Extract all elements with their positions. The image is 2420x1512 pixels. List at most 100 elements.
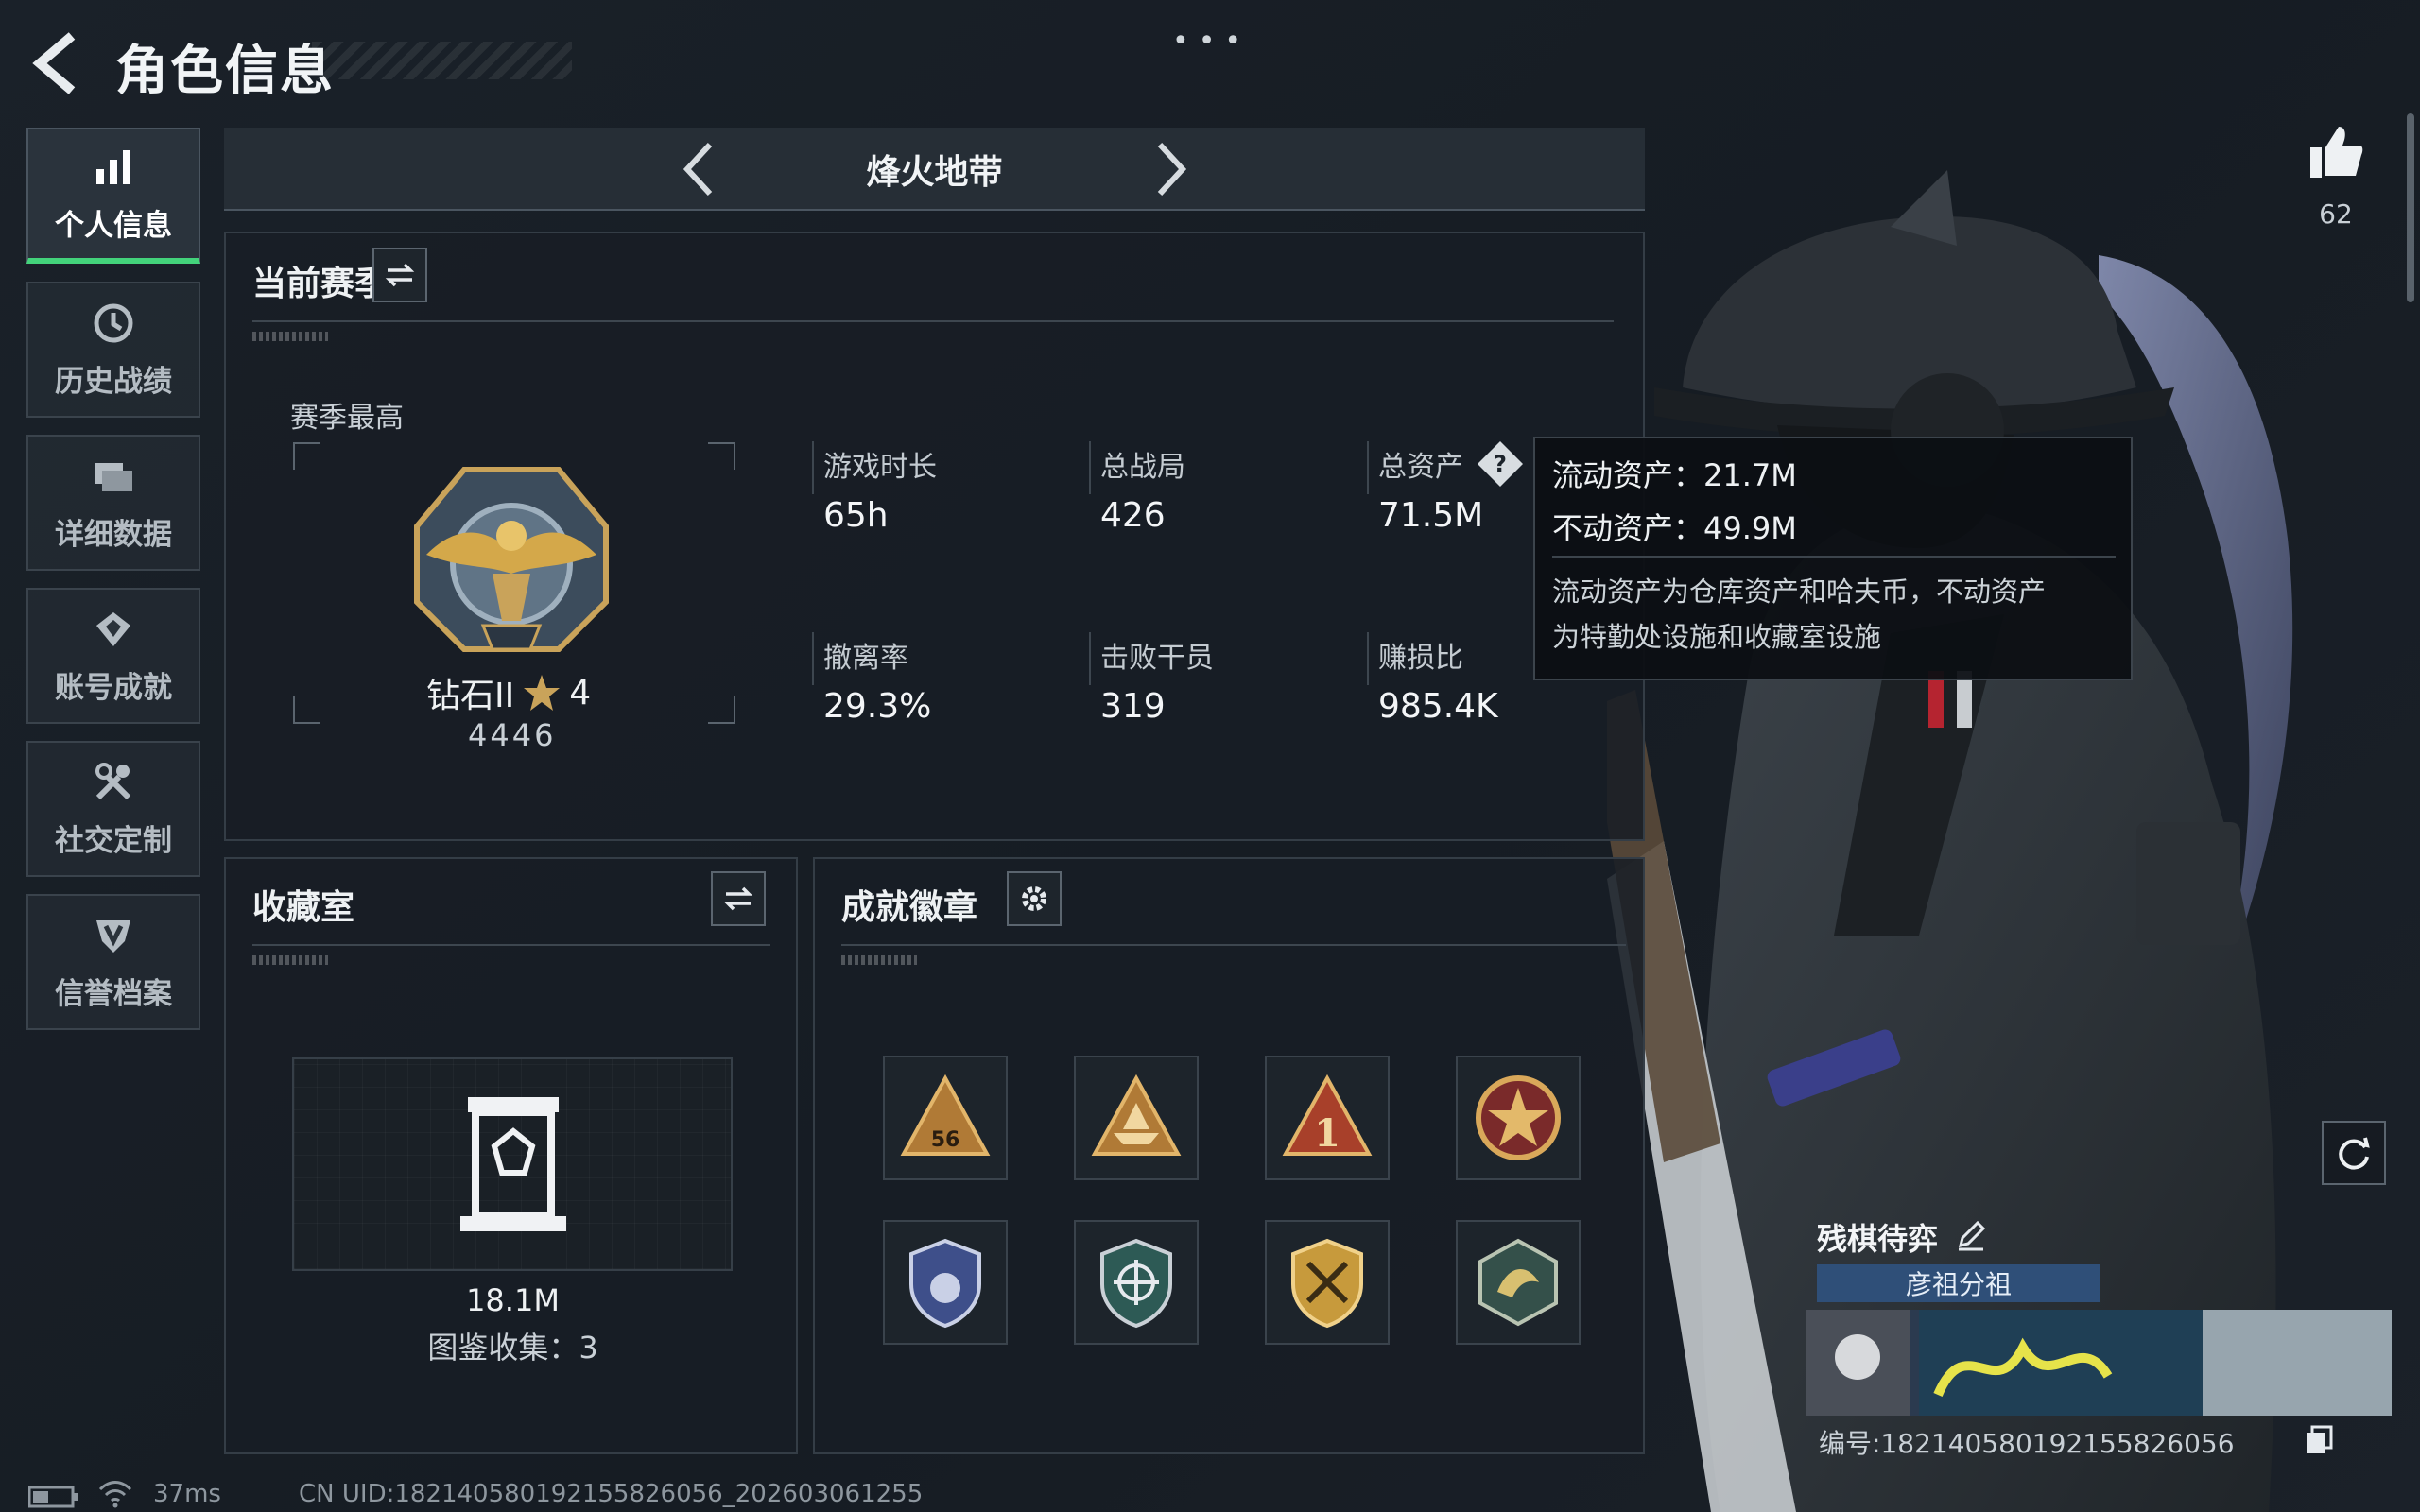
assets-tooltip: 流动资产：21.7M 不动资产：49.9M 流动资产为仓库资产和哈夫币，不动资产…	[1533, 437, 2133, 680]
wifi-icon	[98, 1481, 132, 1508]
stat-label-total-assets: 总资产	[1378, 451, 1463, 484]
stat-label-total-matches: 总战局	[1100, 451, 1185, 484]
help-icon[interactable]: ?	[1476, 439, 1525, 489]
collection-value: 18.1M	[466, 1282, 560, 1318]
stat-value-play-time: 65h	[823, 496, 889, 535]
history-clock-icon	[94, 303, 133, 342]
sidebar-item-label: 信誉档案	[55, 976, 172, 1011]
season-best-label: 赛季最高	[290, 402, 404, 435]
badge-gold-emblem[interactable]	[1265, 1220, 1390, 1345]
stat-value-profit-loss-ratio: 985.4K	[1378, 687, 1498, 726]
badge-shield-stars[interactable]	[883, 1220, 1008, 1345]
stat-label-play-time: 游戏时长	[823, 451, 937, 484]
uid-text: CN UID:1821405801921558260​56_2026030612…	[299, 1480, 924, 1508]
sidebar-item-detailed-data[interactable]: 详细数据	[26, 435, 200, 571]
badge-settings-button[interactable]	[1007, 871, 1062, 926]
rank-name: 钻石II	[426, 677, 515, 715]
next-mode-icon[interactable]	[1150, 141, 1192, 198]
rank-emblem-icon	[414, 467, 609, 652]
badge-dragon[interactable]	[1456, 1220, 1581, 1345]
stat-label-profit-loss-ratio: 赚损比	[1378, 642, 1463, 675]
mode-title: 烽火地带	[866, 153, 1003, 192]
refresh-button[interactable]	[2322, 1121, 2386, 1185]
back-icon[interactable]	[26, 30, 83, 96]
thumbs-up-icon[interactable]	[2307, 123, 2365, 181]
collection-panel: 收藏室 18.1M 图鉴收集：3	[224, 857, 798, 1454]
ping-value: 37ms	[153, 1480, 221, 1508]
sidebar-item-label: 历史战绩	[55, 364, 172, 399]
tooltip-liquid-assets: 流动资产：21.7M	[1552, 457, 1797, 493]
switch-collection-button[interactable]	[711, 871, 766, 926]
refresh-icon	[2339, 1137, 2370, 1170]
sidebar-item-label: 账号成就	[55, 670, 172, 705]
badge-one-icon: 1	[1282, 1074, 1373, 1156]
stat-label-extract-rate: 撤离率	[823, 642, 908, 675]
achievement-icon	[96, 611, 130, 646]
stat-value-extract-rate: 29.3%	[823, 687, 932, 726]
tooltip-description-line1: 流动资产为仓库资产和哈夫币，不动资产	[1552, 576, 2047, 608]
tooltip-description-line2: 为特勤处设施和收藏室设施	[1552, 621, 1882, 653]
edit-icon[interactable]	[1955, 1219, 1987, 1251]
group-tag: 彦祖分祖	[1817, 1264, 2100, 1302]
tools-icon	[95, 762, 131, 799]
badge-56-icon: 56	[900, 1074, 991, 1156]
rank-points: 4446	[468, 717, 557, 753]
badge-boat[interactable]	[1074, 1056, 1199, 1180]
group-name: 彦祖分祖	[1905, 1269, 2012, 1300]
badge-shield-stars-icon	[909, 1238, 981, 1329]
sidebar-item-credit[interactable]: 信誉档案	[26, 894, 200, 1030]
title-decoration	[312, 42, 572, 79]
copy-icon[interactable]	[2305, 1425, 2333, 1455]
badge-crosshair-icon	[1100, 1238, 1172, 1329]
like-count: 62	[2319, 198, 2353, 230]
badges-panel: 成就徽章 56 1	[813, 857, 1645, 1454]
sidebar-item-label: 社交定制	[55, 823, 172, 858]
svg-text:?: ?	[1494, 451, 1507, 477]
badge-star-wreath[interactable]	[1456, 1056, 1581, 1180]
switch-icon	[385, 263, 415, 287]
stat-label-operators-defeated: 击败干员	[1100, 642, 1214, 675]
page-title: 角色信息	[115, 41, 335, 102]
profile-card: 残棋待弈 彦祖分祖 编号:1821405801921558260​56	[1806, 1210, 2401, 1465]
bar-chart-icon	[96, 149, 130, 184]
badge-one[interactable]: 1	[1265, 1056, 1390, 1180]
badge-dragon-icon	[1478, 1238, 1558, 1327]
badge-boat-icon	[1091, 1074, 1182, 1156]
collection-title: 收藏室	[252, 888, 355, 927]
rank-stars: 4	[569, 673, 592, 713]
battery-icon	[28, 1486, 78, 1508]
folder-icon	[95, 462, 132, 491]
tooltip-fixed-assets: 不动资产：49.9M	[1552, 510, 1797, 546]
sidebar-item-personal-info[interactable]: 个人信息	[26, 128, 200, 264]
badge-56[interactable]: 56	[883, 1056, 1008, 1180]
badge-star-wreath-icon	[1476, 1075, 1561, 1160]
sidebar-item-label: 详细数据	[55, 517, 172, 552]
mode-selector: 烽火地带	[224, 128, 1645, 211]
badge-gold-emblem-icon	[1291, 1238, 1363, 1329]
sidebar-item-social[interactable]: 社交定制	[26, 741, 200, 877]
badge-one-text: 1	[1314, 1111, 1340, 1156]
switch-season-button[interactable]	[372, 248, 427, 302]
switch-icon	[723, 886, 753, 911]
sidebar-item-label: 个人信息	[55, 208, 172, 243]
stat-value-total-assets: 71.5M	[1378, 496, 1484, 535]
profile-banner[interactable]	[1806, 1310, 2392, 1416]
gear-icon	[1022, 886, 1046, 911]
stat-value-operators-defeated: 319	[1100, 687, 1166, 726]
sidebar-item-history[interactable]: 历史战绩	[26, 282, 200, 418]
star-icon	[524, 675, 561, 711]
stat-value-total-matches: 426	[1100, 496, 1166, 535]
badge-crosshair[interactable]	[1074, 1220, 1199, 1345]
sidebar-item-achievements[interactable]: 账号成就	[26, 588, 200, 724]
collection-display[interactable]	[292, 1057, 733, 1271]
scrollbar[interactable]	[2407, 113, 2414, 302]
collection-count: 图鉴收集：3	[427, 1330, 598, 1366]
player-id: 编号:1821405801921558260​56	[1819, 1428, 2235, 1459]
display-case-icon	[460, 1097, 566, 1231]
current-season-panel: 当前赛季 赛季最高 钻石II 4 4446 游戏时长 65h 总战局 426 总…	[224, 232, 1645, 841]
badges-title: 成就徽章	[841, 888, 978, 927]
more-options-icon[interactable]: •••	[1172, 25, 1251, 58]
rank-label: 钻石II 4	[426, 668, 591, 717]
badge-56-text: 56	[931, 1128, 960, 1152]
credit-shield-icon	[96, 919, 130, 953]
